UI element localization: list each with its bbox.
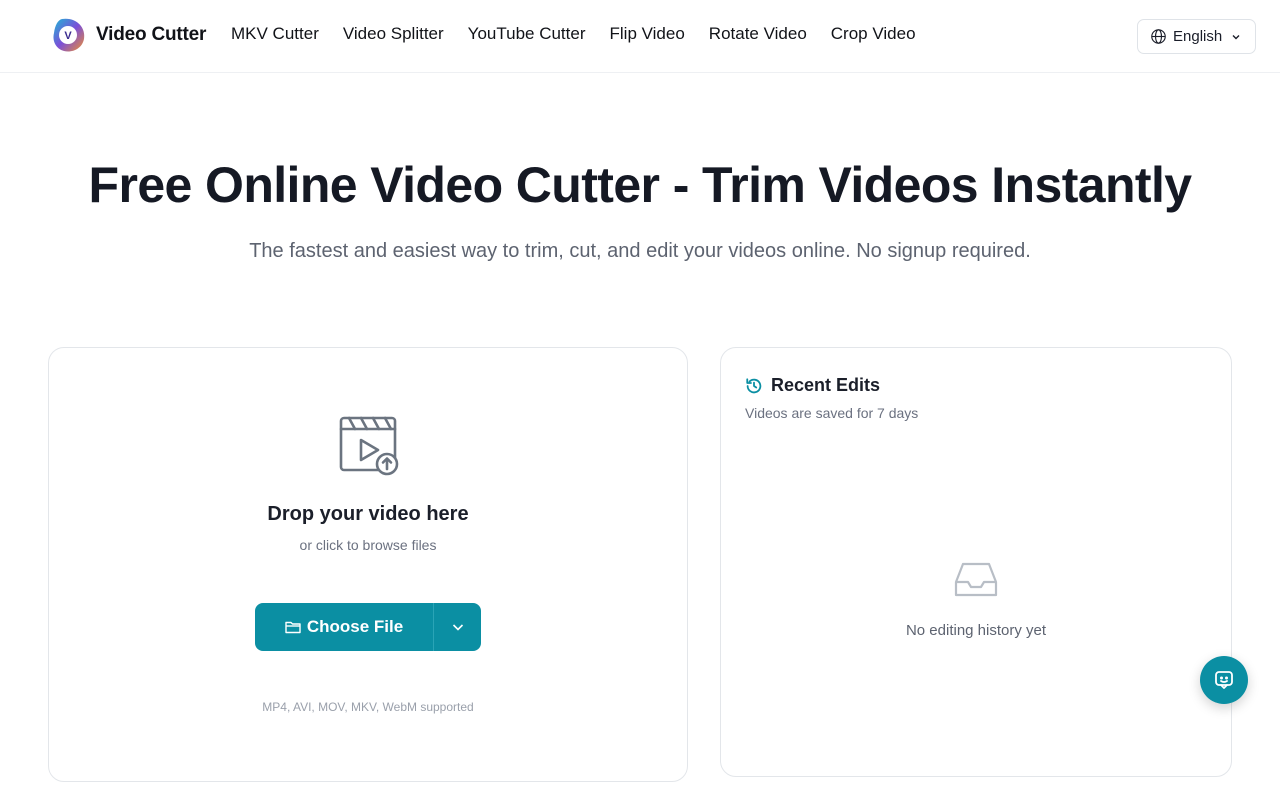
history-icon	[746, 378, 762, 394]
site-header: V Video Cutter MKV Cutter Video Splitter…	[0, 0, 1280, 73]
nav-rotate-video[interactable]: Rotate Video	[709, 24, 807, 44]
brand-name[interactable]: Video Cutter	[96, 24, 206, 46]
main-nav: MKV Cutter Video Splitter YouTube Cutter…	[231, 24, 940, 44]
chevron-down-icon	[452, 624, 463, 631]
nav-crop-video[interactable]: Crop Video	[831, 24, 916, 44]
svg-text:V: V	[64, 30, 72, 42]
chat-icon	[1215, 671, 1233, 689]
globe-icon	[1151, 29, 1166, 44]
chevron-down-icon	[1232, 34, 1240, 39]
page-subtitle: The fastest and easiest way to trim, cut…	[249, 240, 1031, 262]
recent-edits-subtitle: Videos are saved for 7 days	[745, 405, 919, 421]
upload-options-dropdown[interactable]	[433, 603, 481, 651]
clapperboard-upload-icon	[339, 416, 399, 476]
nav-flip-video[interactable]: Flip Video	[610, 24, 685, 44]
nav-mkv-cutter[interactable]: MKV Cutter	[231, 24, 319, 44]
language-selector[interactable]: English	[1137, 19, 1256, 54]
recent-edits-title: Recent Edits	[771, 375, 881, 395]
nav-youtube-cutter[interactable]: YouTube Cutter	[468, 24, 586, 44]
choose-file-label: Choose File	[306, 617, 404, 636]
choose-file-button[interactable]: Choose File	[255, 603, 433, 651]
empty-history-text: No editing history yet	[905, 622, 1047, 639]
folder-icon	[285, 621, 301, 634]
language-label: English	[1173, 28, 1223, 45]
dropzone-title: Drop your video here	[267, 503, 469, 525]
inbox-icon	[954, 562, 998, 597]
supported-formats: MP4, AVI, MOV, MKV, WebM supported	[262, 700, 474, 714]
nav-video-splitter[interactable]: Video Splitter	[343, 24, 444, 44]
video-cutter-logo[interactable]: V	[52, 17, 86, 53]
chat-button[interactable]	[1200, 656, 1248, 704]
page-title: Free Online Video Cutter - Trim Videos I…	[88, 157, 1193, 213]
dropzone-subtitle: or click to browse files	[299, 537, 437, 553]
